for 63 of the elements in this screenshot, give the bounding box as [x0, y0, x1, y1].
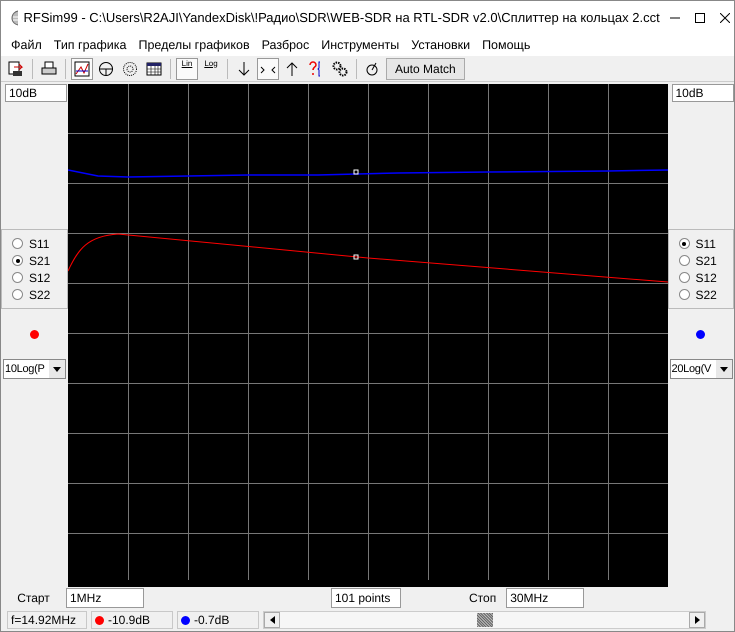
smith-chart-icon	[122, 60, 138, 76]
graph-icon	[74, 60, 90, 76]
stop-field[interactable]: 30MHz	[506, 588, 584, 608]
parameter-radio[interactable]: S11	[678, 236, 733, 252]
polar-chart-icon	[98, 60, 114, 76]
unit-dropdown[interactable]: 20Log(V	[670, 359, 732, 379]
points-field[interactable]: 101 points	[331, 588, 401, 608]
menu-item[interactable]: Установки	[405, 36, 476, 54]
marker[interactable]	[353, 254, 358, 260]
unit-dropdown[interactable]: 10Log(P	[3, 359, 66, 379]
caret-icon	[720, 366, 728, 372]
menu-item[interactable]: Пределы графиков	[132, 36, 256, 54]
scale-field[interactable]: 10dB	[5, 84, 67, 102]
window-title: RFSim99 - C:\Users\R2AJI\YandexDisk\!Радио\SDR\WEB-SDR на RTL-SDR v2.0\Сплиттер на кольцах 2.cct	[24, 10, 660, 25]
parameter-radio[interactable]: S22	[678, 286, 733, 302]
menu-item[interactable]: Файл	[5, 36, 48, 54]
scroll-right-button[interactable]	[689, 612, 705, 628]
parameter-radio[interactable]: S21	[12, 252, 66, 268]
toolbar-button[interactable]: Lin	[176, 58, 198, 80]
parameter-radio[interactable]: S11	[12, 236, 66, 252]
gears-icon	[332, 60, 348, 76]
toolbar-button[interactable]	[257, 58, 279, 80]
scrollbar[interactable]	[263, 611, 706, 629]
printer-icon	[41, 60, 57, 76]
save-icon	[8, 60, 24, 76]
right-arrow-icon	[694, 616, 700, 624]
caret-icon	[53, 366, 61, 372]
arrow-down-icon	[236, 60, 252, 76]
radio-circle[interactable]	[678, 289, 690, 300]
arrow-up-icon	[284, 60, 300, 76]
stop-label: Стоп	[469, 591, 496, 605]
start-label: Старт	[17, 591, 50, 605]
close-icon	[720, 12, 730, 22]
table-icon	[146, 60, 162, 76]
radio-circle[interactable]	[12, 238, 23, 249]
scale-field[interactable]: 10dB	[672, 84, 734, 102]
radio-circle[interactable]	[678, 272, 690, 283]
scroll-thumb[interactable]	[476, 613, 492, 627]
marker[interactable]	[353, 170, 358, 174]
frequency-text: f=14.92MHz	[11, 613, 76, 627]
menu-item[interactable]: Тип графика	[48, 36, 132, 54]
maximize-icon	[694, 12, 705, 22]
menu-item[interactable]: Разброс	[256, 36, 316, 54]
radio-circle[interactable]	[678, 238, 690, 249]
left-arrow-icon	[270, 616, 274, 624]
parameter-radio[interactable]: S12	[12, 270, 66, 286]
radio-circle[interactable]	[678, 255, 690, 266]
reading-text: -10.9dB	[108, 613, 150, 627]
parameter-radio[interactable]: S21	[678, 252, 733, 268]
reading-text: -0.7dB	[194, 613, 230, 627]
toolbar-button[interactable]	[71, 58, 93, 80]
toolbar-button[interactable]: Auto Match	[386, 58, 465, 80]
scroll-left-button[interactable]	[264, 612, 280, 628]
menu-item[interactable]: Помощь	[476, 36, 536, 54]
radio-circle[interactable]	[12, 255, 23, 266]
start-field[interactable]: 1MHz	[66, 588, 144, 608]
radio-circle[interactable]	[12, 289, 23, 300]
toolbar-button[interactable]: Log	[200, 58, 222, 80]
menu-item[interactable]: Инструменты	[315, 36, 406, 54]
parameter-radio[interactable]: S12	[678, 270, 733, 286]
parameter-radio[interactable]: S22	[12, 286, 66, 302]
radio-circle[interactable]	[12, 272, 23, 283]
app-icon	[11, 10, 18, 26]
